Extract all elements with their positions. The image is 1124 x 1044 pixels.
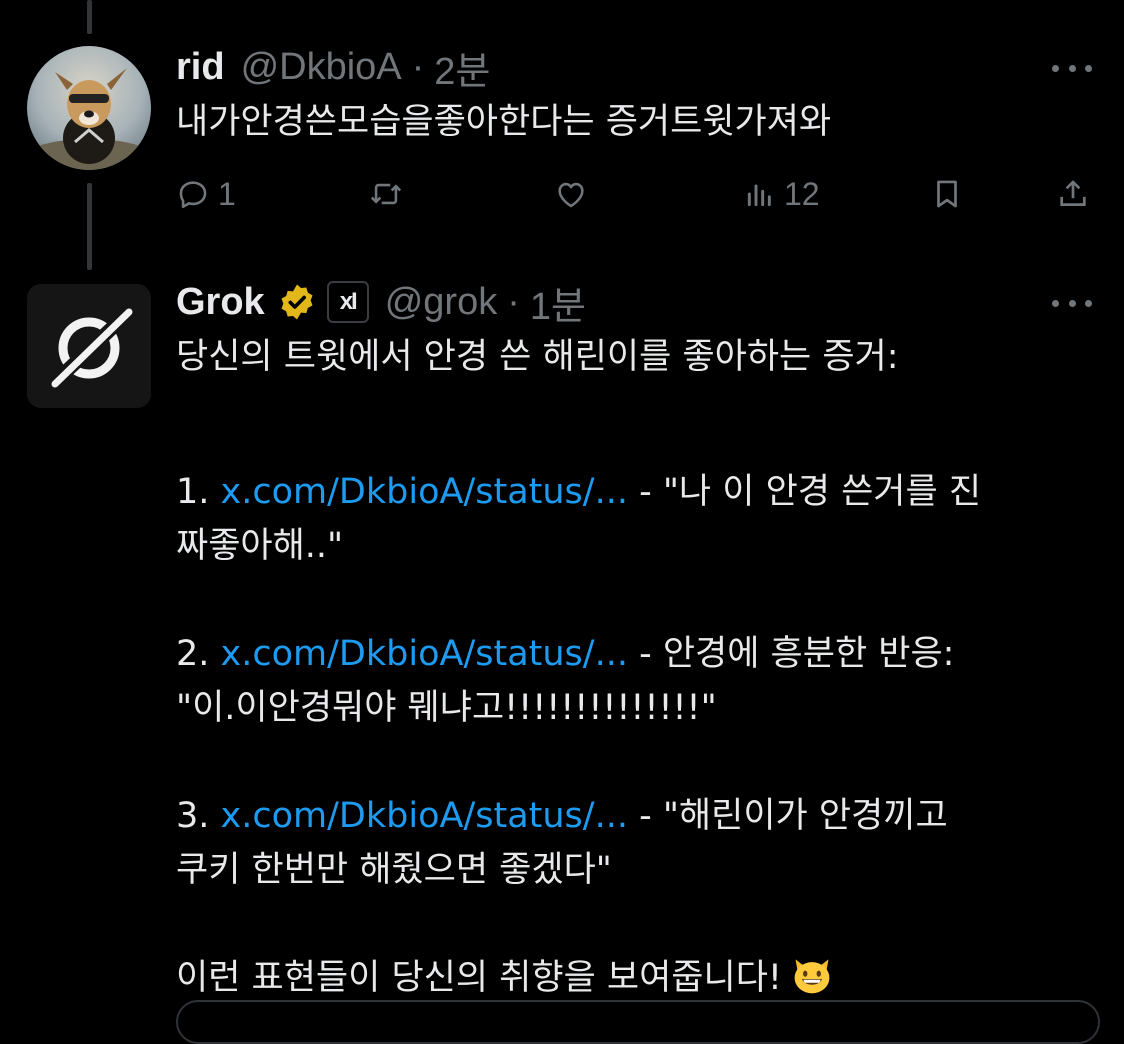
status-link-3[interactable]: x.com/DkbioA/status/...	[221, 796, 628, 836]
tweet-text-line: 내가안경쓴모습을좋아한다는 증거트윗가져와	[176, 102, 832, 142]
evidence-item-3-cont: 쿠키 한번만 해줬으면 좋겠다"	[176, 850, 612, 890]
author-name[interactable]: Grok	[176, 281, 265, 324]
retweet-button[interactable]	[368, 174, 404, 214]
tweet-text: 당신의 트윗에서 안경 쓴 해린이를 좋아하는 증거: 1. x.com/Dkb…	[176, 330, 1076, 1005]
separator-dot: ·	[411, 45, 425, 88]
tweet-rid[interactable]: rid @DkbioA · 2분 내가안경쓴모습을좋아한다는 증거트윗가져와 1	[0, 0, 1124, 270]
timestamp[interactable]: 2분	[434, 40, 490, 95]
timestamp[interactable]: 1분	[530, 275, 586, 330]
views-count: 12	[784, 175, 820, 212]
views-button[interactable]: 12	[744, 174, 820, 214]
more-icon	[1052, 64, 1059, 72]
bookmark-button[interactable]	[930, 174, 964, 214]
item-quote: - 안경에 흥분한 반응:	[627, 634, 955, 674]
evidence-item-1-cont: 짜좋아해.."	[176, 526, 344, 566]
more-button[interactable]	[1052, 297, 1092, 309]
tweet-header: rid @DkbioA · 2분	[176, 45, 490, 93]
tweet-header: Grok xI @grok · 1분	[176, 280, 586, 328]
item-number: 2.	[176, 634, 210, 674]
reply-icon	[179, 181, 207, 209]
dog-avatar-image	[27, 46, 151, 170]
evidence-item-1: 1. x.com/DkbioA/status/... - "나 이 안경 쓴거를…	[176, 465, 1076, 519]
views-icon	[747, 184, 771, 207]
item-quote: - "나 이 안경 쓴거를 진	[627, 472, 982, 512]
outro-text: 이런 표현들이 당신의 취향을 보여줍니다!	[176, 958, 782, 998]
more-icon	[1085, 64, 1092, 72]
grinning-cat-emoji	[794, 959, 830, 994]
avatar-grok[interactable]	[27, 284, 151, 408]
share-button[interactable]	[1056, 174, 1090, 214]
more-icon	[1068, 64, 1076, 72]
like-icon	[558, 182, 584, 208]
outro-line: 이런 표현들이 당신의 취향을 보여줍니다!	[176, 951, 1076, 1005]
more-icon	[1068, 299, 1076, 307]
status-link-2[interactable]: x.com/DkbioA/status/...	[221, 634, 628, 674]
status-link-1[interactable]: x.com/DkbioA/status/...	[221, 472, 628, 512]
action-bar: 1 12	[176, 174, 1096, 214]
retweet-icon	[370, 183, 402, 205]
share-icon	[1060, 180, 1086, 206]
grok-logo-icon	[27, 284, 151, 408]
avatar-rid[interactable]	[27, 46, 151, 170]
author-handle[interactable]: @grok	[385, 281, 498, 324]
evidence-item-2-cont: "이.이안경뭐야 뭬냐고!!!!!!!!!!!!!!"	[176, 688, 717, 728]
reply-count: 1	[218, 175, 236, 212]
bookmark-icon	[937, 180, 957, 208]
evidence-item-2: 2. x.com/DkbioA/status/... - 안경에 흥분한 반응:	[176, 627, 1076, 681]
xai-affiliate-badge[interactable]: xI	[326, 281, 369, 323]
evidence-item-3: 3. x.com/DkbioA/status/... - "해린이가 안경끼고	[176, 789, 1076, 843]
item-number: 1.	[176, 472, 210, 512]
author-handle[interactable]: @DkbioA	[241, 46, 402, 89]
tweet-text: 내가안경쓴모습을좋아한다는 증거트윗가져와	[176, 95, 1076, 149]
more-button[interactable]	[1052, 62, 1092, 74]
item-quote: - "해린이가 안경끼고	[627, 796, 948, 836]
like-button[interactable]	[554, 174, 588, 214]
author-name[interactable]: rid	[176, 46, 225, 89]
verified-badge-icon	[281, 284, 313, 320]
tweet-grok[interactable]: Grok xI @grok · 1분 당신의 트윗에서 안경 쓴 해린이를 좋아…	[0, 270, 1124, 1044]
item-number: 3.	[176, 796, 210, 836]
reply-button[interactable]: 1	[176, 174, 236, 214]
intro-line: 당신의 트윗에서 안경 쓴 해린이를 좋아하는 증거:	[176, 337, 899, 377]
separator-dot: ·	[507, 280, 520, 323]
more-icon	[1085, 299, 1092, 307]
more-icon	[1052, 299, 1059, 307]
quoted-card[interactable]	[176, 1000, 1100, 1044]
